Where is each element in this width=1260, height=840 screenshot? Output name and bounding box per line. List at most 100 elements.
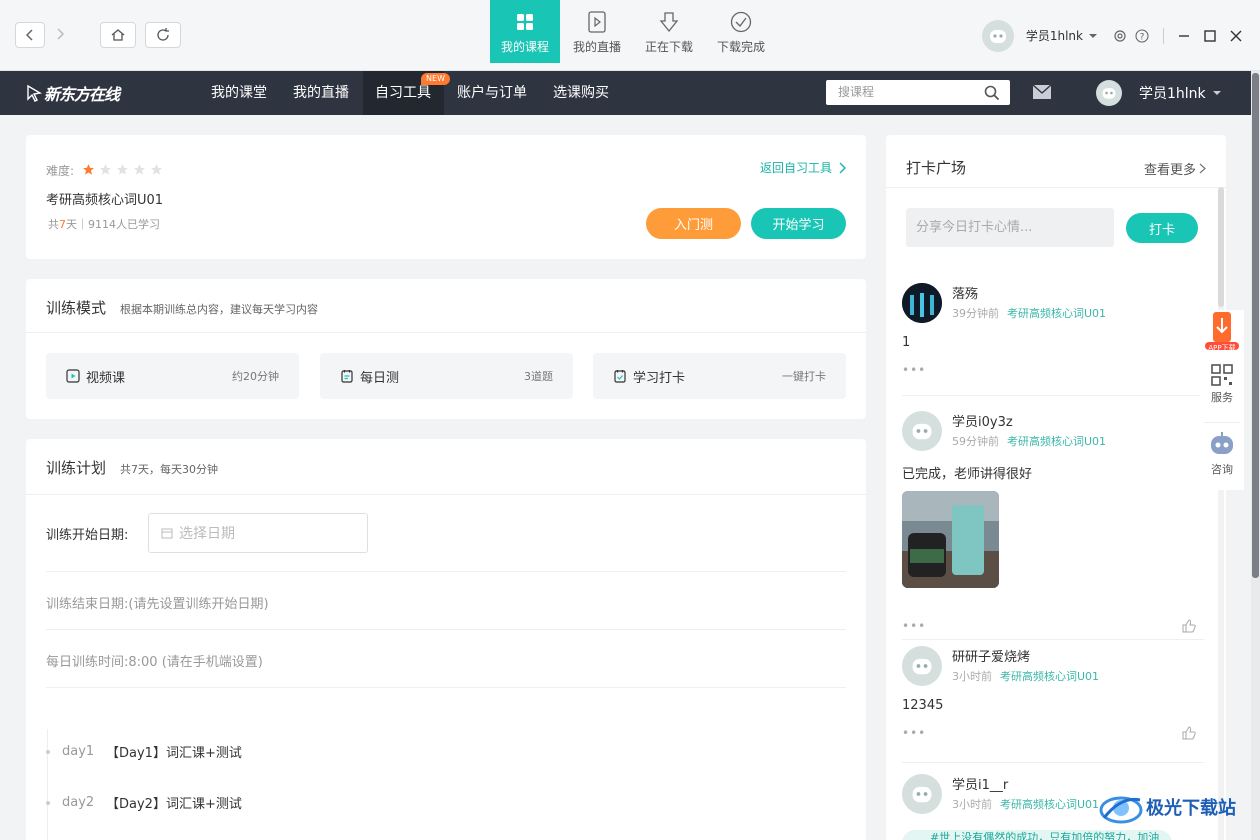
more-options-icon[interactable]: ••• <box>902 363 926 377</box>
calendar-icon <box>341 370 353 383</box>
avatar[interactable] <box>981 19 1014 52</box>
difficulty-label: 难度: <box>46 164 75 178</box>
service-label: 服务 <box>1211 391 1233 404</box>
service-button[interactable]: 服务 <box>1200 364 1244 405</box>
divider <box>1204 422 1240 423</box>
gear-icon[interactable] <box>1113 29 1127 43</box>
post-author[interactable]: 落殇 <box>952 283 978 302</box>
logo: 新东方在线 <box>26 82 120 104</box>
checkin-post: 研研子爱烧烤 3小时前 考研高频核心词U01 12345 ••• <box>902 646 1204 756</box>
mode-video-course[interactable]: 视频课 约20分钟 <box>46 353 299 399</box>
post-text: 已完成，老师讲得很好 <box>902 467 1033 482</box>
mode-study-checkin[interactable]: 学习打卡 一键打卡 <box>593 353 846 399</box>
robot-avatar-icon <box>989 29 1006 43</box>
consult-button[interactable]: 咨询 <box>1200 430 1244 477</box>
plan-day-1[interactable]: day1 【Day1】词汇课+测试 <box>46 742 242 761</box>
help-icon[interactable]: ? <box>1135 28 1149 43</box>
checkin-icon <box>614 370 626 383</box>
end-date-label: 训练结束日期:(请先设置训练开始日期) <box>46 597 269 612</box>
start-date-picker[interactable]: 选择日期 <box>148 513 368 553</box>
post-time: 59分钟前 <box>952 435 999 448</box>
stats-prefix: 共 <box>48 218 59 231</box>
start-learning-button[interactable]: 开始学习 <box>751 208 846 239</box>
robot-avatar-icon <box>912 423 932 440</box>
nav-avatar[interactable] <box>1096 80 1122 106</box>
app-download-button[interactable]: APP下载 <box>1204 310 1240 356</box>
nav-username[interactable]: 学员1hlnk <box>1139 83 1206 103</box>
star-empty-icon <box>100 164 111 175</box>
mail-icon[interactable] <box>1032 84 1052 100</box>
see-more-link[interactable]: 查看更多 <box>1144 159 1206 178</box>
start-date-placeholder: 选择日期 <box>179 526 235 542</box>
post-course[interactable]: 考研高频核心词U01 <box>1007 307 1106 320</box>
nav-item-my-live[interactable]: 我的直播 <box>281 71 361 115</box>
see-more-label: 查看更多 <box>1143 163 1196 178</box>
mode-right: 约20分钟 <box>232 370 279 383</box>
post-author[interactable]: 学员i1__r <box>952 774 1008 793</box>
star-filled-icon <box>83 164 94 175</box>
plan-day-2[interactable]: day2 【Day2】词汇课+测试 <box>46 793 242 812</box>
robot-avatar-icon <box>912 786 932 803</box>
mode-label: 每日测 <box>360 370 400 386</box>
search-icon[interactable] <box>984 85 1000 101</box>
close-icon[interactable] <box>1230 30 1242 42</box>
nav-item-study-tools[interactable]: 自习工具 NEW <box>363 71 450 115</box>
minimize-icon[interactable] <box>1178 30 1190 42</box>
nav-item-my-classroom[interactable]: 我的课堂 <box>199 71 279 115</box>
home-button[interactable] <box>100 22 136 48</box>
tab-downloaded[interactable]: 下载完成 <box>706 0 776 63</box>
mode-daily-test[interactable]: 每日测 3道题 <box>320 353 573 399</box>
mode-label: 视频课 <box>86 370 126 386</box>
forward-button[interactable] <box>55 26 65 45</box>
search-input[interactable]: 搜课程 <box>826 80 1010 105</box>
caret-down-icon[interactable] <box>1089 33 1097 39</box>
chevron-right-icon <box>1199 163 1206 174</box>
refresh-button[interactable] <box>145 22 181 48</box>
maximize-icon[interactable] <box>1204 29 1216 42</box>
page-scrollbar-thumb[interactable] <box>1252 73 1259 578</box>
caret-down-icon[interactable] <box>1213 90 1221 96</box>
panel-scrollbar-thumb[interactable] <box>1218 187 1224 307</box>
username[interactable]: 学员1hlnk <box>1026 27 1083 44</box>
post-course[interactable]: 考研高频核心词U01 <box>1000 798 1099 811</box>
checkin-post: 落殇 39分钟前 考研高频核心词U01 1 ••• <box>902 283 1204 393</box>
course-title: 考研高频核心词U01 <box>46 193 164 208</box>
checkin-button[interactable]: 打卡 <box>1126 213 1198 243</box>
tab-my-live[interactable]: 我的直播 <box>562 0 632 63</box>
entry-test-button[interactable]: 入门测 <box>646 208 741 239</box>
course-stats: 共7天｜9114人已学习 <box>48 216 160 232</box>
back-to-tools-link[interactable]: 返回自习工具 <box>760 159 846 176</box>
nav-item-account-orders[interactable]: 账户与订单 <box>445 71 539 115</box>
post-avatar[interactable] <box>902 646 942 686</box>
like-icon[interactable] <box>1182 619 1196 633</box>
post-avatar[interactable] <box>902 283 942 323</box>
post-author[interactable]: 学员i0y3z <box>952 411 1013 430</box>
robot-chat-icon <box>1211 432 1233 454</box>
post-text-tag: #世上没有偶然的成功，只有加倍的努力，加油 <box>902 830 1172 840</box>
nav-item-buy-courses[interactable]: 选课购买 <box>541 71 621 115</box>
tab-label: 我的课程 <box>500 39 549 54</box>
post-avatar[interactable] <box>902 774 942 814</box>
back-button[interactable] <box>15 22 45 48</box>
post-meta: 3小时前 考研高频核心词U01 <box>952 796 1099 812</box>
logo-text: 新东方在线 <box>44 85 120 104</box>
timeline-dot <box>46 749 50 754</box>
tab-my-courses[interactable]: 我的课程 <box>490 0 560 63</box>
play-doc-icon <box>588 10 606 33</box>
robot-avatar-icon <box>912 658 932 675</box>
section-header: 训练计划 共7天，每天30分钟 <box>46 457 218 478</box>
watermark-text: 极光下载站 <box>1146 798 1236 819</box>
post-image[interactable] <box>902 491 999 588</box>
mode-title: 训练模式 <box>46 299 107 317</box>
checkin-mood-input[interactable]: 分享今日打卡心情... <box>906 208 1114 247</box>
post-avatar[interactable] <box>902 411 942 451</box>
post-course[interactable]: 考研高频核心词U01 <box>1000 670 1099 683</box>
like-icon[interactable] <box>1182 726 1196 740</box>
post-author[interactable]: 研研子爱烧烤 <box>952 646 1030 665</box>
post-course[interactable]: 考研高频核心词U01 <box>1007 435 1106 448</box>
more-options-icon[interactable]: ••• <box>902 619 926 633</box>
tab-downloading[interactable]: 正在下载 <box>634 0 704 63</box>
chevron-left-icon <box>25 29 33 41</box>
logo-mark-icon <box>27 84 42 102</box>
more-options-icon[interactable]: ••• <box>902 726 926 740</box>
